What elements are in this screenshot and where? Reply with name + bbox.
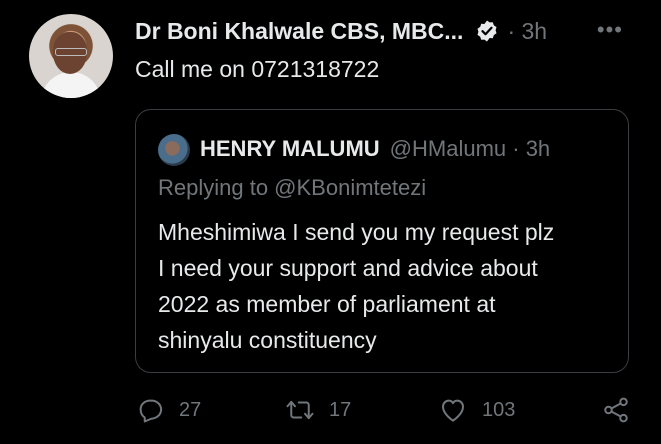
replying-to: Replying to @KBonimtetezi: [158, 175, 427, 200]
retweet-count: 17: [329, 398, 352, 421]
retweet-icon: [286, 400, 314, 420]
more-horizontal-icon[interactable]: •••: [597, 19, 623, 41]
quoted-handle-time: @HMalumu · 3h: [389, 136, 551, 161]
tweet-header: Dr Boni Khalwale CBS, MBC... · 3h: [135, 17, 547, 45]
quoted-author-avatar: [158, 134, 190, 166]
avatar-glasses: [55, 48, 87, 56]
tweet-actions: 27 17 103: [135, 395, 635, 429]
quoted-tweet-header: HENRY MALUMU @HMalumu · 3h: [200, 134, 550, 164]
quoted-text-line: 2022 as member of parliament at: [158, 291, 496, 317]
quoted-author-name: HENRY MALUMU: [200, 136, 380, 161]
share-icon: [604, 397, 628, 423]
quoted-tweet-text: Mheshimiwa I send you my request plz I n…: [158, 214, 618, 358]
share-button[interactable]: [601, 395, 631, 425]
author-avatar[interactable]: [29, 14, 113, 98]
avatar-shirt: [41, 72, 101, 98]
reply-count: 27: [179, 398, 202, 421]
like-count: 103: [482, 398, 516, 421]
author-name[interactable]: Dr Boni Khalwale CBS, MBC...: [135, 18, 463, 45]
reply-button[interactable]: 27: [135, 395, 201, 425]
tweet-time[interactable]: · 3h: [507, 18, 547, 45]
tweet-text: Call me on 0721318722: [135, 56, 380, 82]
quoted-text-line: Mheshimiwa I send you my request plz: [158, 219, 555, 245]
reply-icon: [139, 399, 163, 423]
retweet-button[interactable]: 17: [285, 395, 351, 425]
heart-icon: [442, 399, 464, 422]
like-button[interactable]: 103: [438, 395, 515, 425]
quoted-tweet-card[interactable]: HENRY MALUMU @HMalumu · 3h Replying to @…: [135, 109, 629, 373]
quoted-text-line: shinyalu constituency: [158, 327, 377, 353]
quoted-text-line: I need your support and advice about: [158, 255, 538, 281]
verified-badge-icon: [475, 19, 499, 43]
